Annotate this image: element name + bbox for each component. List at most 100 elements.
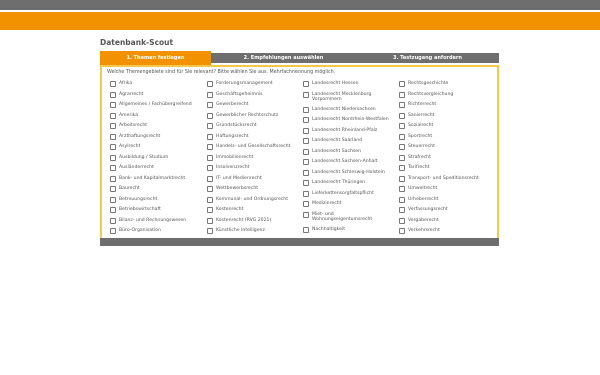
topic-label[interactable]: Kostenrecht (RVG 2021) <box>216 218 271 224</box>
topic-label[interactable]: Sozialrecht <box>408 123 433 129</box>
topic-label[interactable]: Tarifrecht <box>408 165 430 171</box>
topic-label[interactable]: Miet- und Wohnungseigentumsrecht <box>312 212 390 223</box>
topic-checkbox[interactable] <box>399 102 405 108</box>
topic-checkbox[interactable] <box>207 102 213 108</box>
topic-checkbox[interactable] <box>303 201 309 207</box>
topic-label[interactable]: Landesrecht Mecklenburg Vorpommern <box>312 92 390 103</box>
topic-checkbox[interactable] <box>207 217 213 224</box>
topic-label[interactable]: Urheberrecht <box>408 197 438 203</box>
topic-checkbox[interactable] <box>399 196 405 203</box>
topic-label[interactable]: Steuerrecht <box>408 144 435 150</box>
topic-checkbox[interactable] <box>399 154 405 161</box>
topic-label[interactable]: Allgemeines / Fachübergreifend <box>119 102 192 108</box>
topic-label[interactable]: Betreuungsrecht <box>119 197 157 203</box>
topic-label[interactable]: Geschäftsgeheimnis <box>216 92 263 98</box>
topic-checkbox[interactable] <box>303 169 309 176</box>
topic-label[interactable]: Ausbildung / Studium <box>119 155 168 161</box>
topic-label[interactable]: Insolvenzrecht <box>216 165 249 171</box>
topic-label[interactable]: Kommunal- und Ordnungsrecht <box>216 197 288 203</box>
topic-checkbox[interactable] <box>303 159 309 165</box>
topic-checkbox[interactable] <box>110 81 116 87</box>
topic-label[interactable]: Transport- und Speditionsrecht <box>408 176 479 182</box>
topic-label[interactable]: Nachhaltigkeit <box>312 227 345 233</box>
topic-label[interactable]: Gewerblicher Rechtsschutz <box>216 113 278 119</box>
topic-checkbox[interactable] <box>399 217 405 224</box>
topic-label[interactable]: Asylrecht <box>119 144 140 150</box>
topic-checkbox[interactable] <box>399 123 405 129</box>
topic-checkbox[interactable] <box>110 186 116 192</box>
topic-label[interactable]: IT- und Medienrecht <box>216 176 262 182</box>
topic-label[interactable]: Grundstücksrecht <box>216 123 257 129</box>
topic-label[interactable]: Rechtsgeschichte <box>408 81 448 87</box>
topic-checkbox[interactable] <box>110 91 116 98</box>
topic-checkbox[interactable] <box>110 123 116 129</box>
topic-label[interactable]: Handels- und Gesellschaftsrecht <box>216 144 290 150</box>
topic-checkbox[interactable] <box>110 175 116 182</box>
topic-checkbox[interactable] <box>399 112 405 119</box>
topic-label[interactable]: Künstliche Intelligenz <box>216 228 265 234</box>
topic-checkbox[interactable] <box>207 144 213 150</box>
topic-checkbox[interactable] <box>207 207 213 213</box>
topic-label[interactable]: Bilanz- und Rechnungswesen <box>119 218 186 224</box>
topic-label[interactable]: Strafrecht <box>408 155 431 161</box>
topic-label[interactable]: Agrarrecht <box>119 92 143 98</box>
topic-label[interactable]: Wettbewerbsrecht <box>216 186 258 192</box>
topic-label[interactable]: Verkehrsrecht <box>408 228 440 234</box>
topic-checkbox[interactable] <box>207 154 213 161</box>
topic-checkbox[interactable] <box>207 81 213 87</box>
topic-checkbox[interactable] <box>399 186 405 192</box>
topic-checkbox[interactable] <box>399 91 405 98</box>
topic-label[interactable]: Arbeitsrecht <box>119 123 147 129</box>
topic-checkbox[interactable] <box>303 148 309 155</box>
topic-checkbox[interactable] <box>207 91 213 98</box>
topic-label[interactable]: Sportrecht <box>408 134 432 140</box>
topic-label[interactable]: Büro-Organisation <box>119 228 161 234</box>
topic-checkbox[interactable] <box>303 91 309 98</box>
topic-checkbox[interactable] <box>303 127 309 134</box>
topic-checkbox[interactable] <box>207 123 213 129</box>
step-3-tab[interactable]: 3. Testzugang anfordern <box>356 53 499 63</box>
topic-label[interactable]: Immobilienrecht <box>216 155 253 161</box>
topic-checkbox[interactable] <box>110 228 116 234</box>
topic-checkbox[interactable] <box>303 190 309 197</box>
topic-checkbox[interactable] <box>110 133 116 140</box>
topic-label[interactable]: Afrika <box>119 81 132 87</box>
topic-label[interactable]: Ausländerrecht <box>119 165 154 171</box>
step-2-tab[interactable]: 2. Empfehlungen auswählen <box>211 53 356 63</box>
topic-label[interactable]: Landesrecht Rheinland-Pfalz <box>312 128 377 134</box>
topic-checkbox[interactable] <box>399 207 405 213</box>
topic-label[interactable]: Bank- und Kapitalmarktrecht <box>119 176 185 182</box>
topic-label[interactable]: Landesrecht Hessen <box>312 81 359 87</box>
topic-checkbox[interactable] <box>303 81 309 87</box>
topic-label[interactable]: Verfassungsrecht <box>408 207 448 213</box>
topic-label[interactable]: Arzthaftungsrecht <box>119 134 160 140</box>
topic-checkbox[interactable] <box>207 112 213 119</box>
topic-label[interactable]: Landesrecht Sachsen-Anhalt <box>312 159 377 165</box>
topic-label[interactable]: Gewerberecht <box>216 102 248 108</box>
topic-label[interactable]: Sanierrecht <box>408 113 434 119</box>
topic-checkbox[interactable] <box>110 154 116 161</box>
topic-checkbox[interactable] <box>399 133 405 140</box>
topic-label[interactable]: Richterrecht <box>408 102 436 108</box>
topic-checkbox[interactable] <box>110 102 116 108</box>
topic-checkbox[interactable] <box>303 180 309 186</box>
topic-checkbox[interactable] <box>110 217 116 224</box>
topic-label[interactable]: Haftungsrecht <box>216 134 249 140</box>
topic-label[interactable]: Forderungsmanagement <box>216 81 273 87</box>
topic-label[interactable]: Baurecht <box>119 186 140 192</box>
topic-checkbox[interactable] <box>399 175 405 182</box>
topic-label[interactable]: Landesrecht Schleswig-Holstein <box>312 170 385 176</box>
topic-checkbox[interactable] <box>110 165 116 171</box>
topic-checkbox[interactable] <box>303 211 309 218</box>
topic-label[interactable]: Landesrecht Saarland <box>312 138 362 144</box>
topic-checkbox[interactable] <box>110 112 116 119</box>
topic-label[interactable]: Landesrecht Niedersachsen <box>312 107 376 113</box>
topic-label[interactable]: Kostenrecht <box>216 207 243 213</box>
topic-checkbox[interactable] <box>110 144 116 150</box>
topic-checkbox[interactable] <box>207 228 213 234</box>
step-1-tab[interactable]: 1. Themen festlegen <box>100 51 211 65</box>
topic-label[interactable]: Betriebswirtschaft <box>119 207 161 213</box>
topic-checkbox[interactable] <box>303 226 309 233</box>
topic-checkbox[interactable] <box>303 138 309 144</box>
topic-checkbox[interactable] <box>399 228 405 234</box>
